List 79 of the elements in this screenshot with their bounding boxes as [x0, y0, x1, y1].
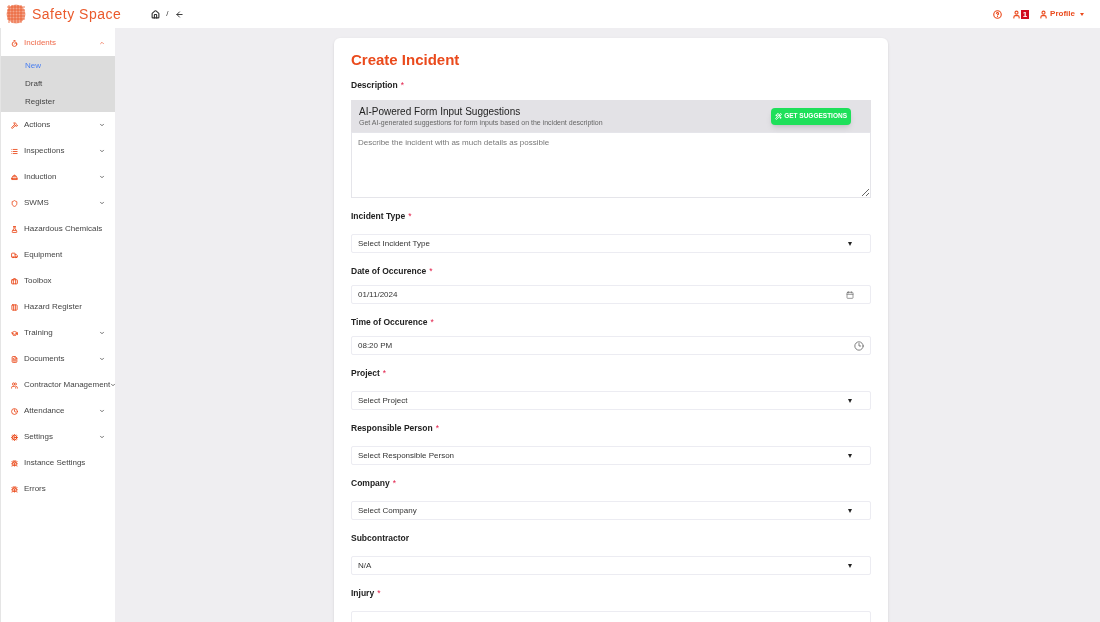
field-label: Injury	[351, 587, 375, 599]
field-label: Subcontractor	[351, 532, 410, 544]
sidebar-item[interactable]: Hazardous Chemicals	[1, 216, 115, 242]
required-mark: *	[430, 316, 434, 328]
hard-hat-icon	[11, 173, 18, 181]
flask-icon	[11, 225, 18, 233]
list-icon	[11, 147, 18, 155]
columns-icon	[11, 303, 18, 311]
sidebar-item[interactable]: Settings	[1, 424, 115, 450]
sidebar-item[interactable]: Equipment	[1, 242, 115, 268]
sidebar-item[interactable]: Attendance	[1, 398, 115, 424]
select-field[interactable]: Select Project	[351, 391, 871, 410]
dropdown-arrow-icon	[848, 453, 852, 458]
caret-icon	[1080, 12, 1084, 16]
field-label: Date of Occurence	[351, 265, 427, 277]
required-mark: *	[382, 367, 387, 379]
sidebar-item[interactable]: Training	[1, 320, 115, 346]
select-field[interactable]: Select Responsible Person	[351, 446, 871, 465]
graduation-cap-icon	[11, 329, 18, 337]
sidebar-item[interactable]: Instance Settings	[1, 450, 115, 476]
required-mark: *	[400, 79, 405, 91]
stopwatch-icon	[11, 39, 18, 47]
required-mark: *	[377, 587, 381, 599]
submenu-item[interactable]: Register	[1, 93, 115, 111]
logo-icon	[6, 4, 26, 24]
dropdown-arrow-icon	[848, 398, 852, 403]
sidebar-item[interactable]: SWMS	[1, 190, 115, 216]
select-field[interactable]: Select Incident Type	[351, 234, 871, 253]
cog-icon	[11, 433, 18, 441]
home-icon[interactable]	[151, 9, 161, 19]
sidebar-item[interactable]: Induction	[1, 164, 115, 190]
user-icon[interactable]	[1011, 9, 1021, 19]
document-icon	[11, 355, 18, 363]
clock-icon	[11, 407, 18, 415]
description-field[interactable]: Describe the incident with as much details as possible	[351, 132, 871, 198]
shield-icon	[11, 199, 18, 207]
select-field[interactable]: N/A	[351, 556, 871, 575]
field-label: Company	[351, 477, 390, 489]
sidebar-item[interactable]: Errors	[1, 476, 115, 502]
truck-icon	[11, 251, 18, 259]
brand-name: Safety Space	[32, 4, 122, 24]
date-field[interactable]: 01/11/2024	[351, 285, 871, 304]
select-field[interactable]: Select Company	[351, 501, 871, 520]
bug-icon	[11, 485, 18, 493]
required-mark: *	[435, 422, 440, 434]
breadcrumb-separator: /	[166, 8, 169, 20]
time-field[interactable]: 08:20 PM	[351, 336, 871, 355]
sidebar-item[interactable]: Contractor Management	[1, 372, 115, 398]
field-label: Project	[351, 367, 380, 379]
help-icon[interactable]	[992, 9, 1002, 19]
calendar-icon[interactable]	[846, 290, 854, 299]
clock-icon[interactable]	[854, 340, 864, 351]
sidebar-item[interactable]: Documents	[1, 346, 115, 372]
dropdown-arrow-icon	[848, 508, 852, 513]
field-label: Incident Type	[351, 210, 406, 222]
briefcase-icon	[11, 277, 18, 285]
users-icon	[11, 381, 18, 389]
required-mark: *	[429, 265, 433, 277]
magic-wand-icon	[775, 112, 783, 120]
hammer-icon	[11, 121, 18, 129]
sidebar-item[interactable]: Actions	[1, 112, 115, 138]
submenu-item[interactable]: Draft	[1, 75, 115, 93]
sidebar-item[interactable]: Hazard Register	[1, 294, 115, 320]
dropdown-arrow-icon	[848, 241, 852, 246]
sidebar-item[interactable]: Toolbox	[1, 268, 115, 294]
field-label: Responsible Person	[351, 422, 433, 434]
profile-menu[interactable]: Profile	[1039, 8, 1084, 20]
sidebar-item[interactable]: Inspections	[1, 138, 115, 164]
panel-title: AI-Powered Form Input Suggestions	[359, 105, 522, 118]
dropdown-arrow-icon	[848, 563, 852, 568]
field-label: Description	[351, 79, 398, 91]
notification-badge: 1	[1020, 9, 1030, 19]
user-icon	[1039, 9, 1049, 19]
required-mark: *	[408, 210, 412, 222]
back-arrow-icon[interactable]	[174, 9, 184, 19]
required-mark: *	[392, 477, 397, 489]
field-label: Time of Occurence	[351, 316, 428, 328]
bug-icon	[11, 459, 18, 467]
form-title: Create Incident	[351, 50, 461, 70]
